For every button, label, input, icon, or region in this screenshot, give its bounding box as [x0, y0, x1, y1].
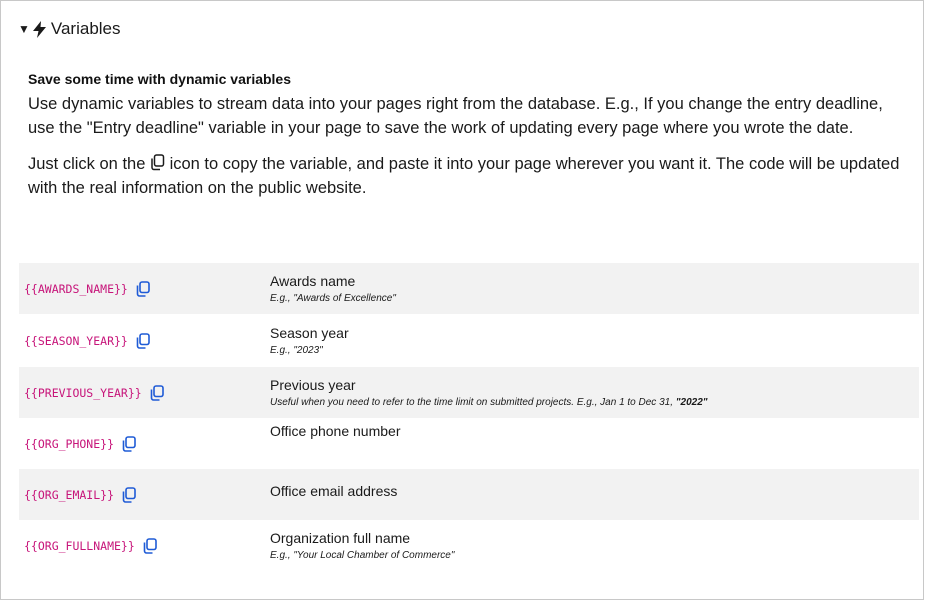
variable-code: {{ORG_PHONE}}	[24, 436, 115, 451]
variable-title: Season year	[270, 324, 349, 341]
variable-title: Organization full name	[270, 530, 411, 546]
lightning-bolt-icon	[32, 20, 46, 38]
copy-icon[interactable]	[136, 332, 150, 349]
variable-row: {{SEASON_YEAR}} Season year E.g., "2023"	[19, 314, 919, 367]
instructions-paragraph: Just click on the icon to copy the varia…	[28, 154, 900, 197]
variable-description-cell: Season year E.g., "2023"	[270, 314, 919, 367]
variable-description-cell: Awards name E.g., "Awards of Excellence"	[270, 263, 919, 314]
variable-code: {{AWARDS_NAME}}	[24, 281, 128, 296]
variable-code-cell: {{ORG_FULLNAME}}	[19, 520, 270, 572]
variable-code-cell: {{ORG_EMAIL}}	[19, 469, 270, 520]
variable-code-cell: {{PREVIOUS_YEAR}}	[19, 367, 270, 418]
variable-code-cell: {{ORG_PHONE}}	[19, 418, 270, 469]
variable-description-cell: Previous year Useful when you need to ref…	[270, 367, 919, 418]
variable-title: Office email address	[270, 483, 398, 499]
copy-icon[interactable]	[122, 435, 136, 452]
variable-code: {{PREVIOUS_YEAR}}	[24, 385, 142, 400]
copy-icon	[150, 154, 165, 171]
variables-description: Save some time with dynamic variables Us…	[28, 71, 908, 212]
variable-description-cell: Office email address	[270, 469, 919, 520]
variable-code: {{SEASON_YEAR}}	[24, 333, 128, 348]
variables-table: {{AWARDS_NAME}} Awards name E.g., "Awards …	[19, 263, 919, 572]
variable-row: {{PREVIOUS_YEAR}} Previous year Useful whe…	[19, 367, 919, 418]
copy-icon[interactable]	[150, 384, 164, 401]
variable-title: Awards name	[270, 272, 356, 289]
variable-code-cell: {{AWARDS_NAME}}	[19, 263, 270, 314]
triangle-down-icon: ▼	[18, 22, 30, 36]
variable-code: {{ORG_FULLNAME}}	[24, 539, 135, 553]
variable-description-cell: Organization full name E.g., "Your Local …	[270, 520, 919, 572]
variable-row: {{ORG_PHONE}} Office phone number	[19, 418, 919, 469]
variable-example: Useful when you need to refer to the tim…	[270, 396, 708, 408]
variables-toggle[interactable]: ▼ Variables	[18, 19, 121, 39]
variable-description-cell: Office phone number	[270, 418, 919, 469]
copy-icon[interactable]	[143, 538, 157, 554]
copy-icon[interactable]	[136, 280, 150, 297]
variable-title: Previous year	[270, 376, 356, 393]
variable-example: E.g., "Awards of Excellence"	[270, 292, 396, 304]
variable-title: Office phone number	[270, 423, 401, 439]
variables-panel: ▼ Variables Save some time with dynamic …	[0, 0, 924, 600]
variable-code: {{ORG_EMAIL}}	[24, 487, 115, 502]
variable-example: E.g., "2023"	[270, 344, 323, 356]
variable-row: {{ORG_FULLNAME}} Organization full name E.…	[19, 520, 919, 572]
copy-icon[interactable]	[122, 486, 136, 503]
section-heading: Save some time with dynamic variables	[28, 71, 292, 87]
variable-example: E.g., "Your Local Chamber of Commerce"	[270, 550, 455, 561]
section-title: Variables	[50, 19, 121, 38]
intro-paragraph: Use dynamic variables to stream data int…	[28, 95, 883, 137]
variable-row: {{AWARDS_NAME}} Awards name E.g., "Awards …	[19, 263, 919, 314]
variable-row: {{ORG_EMAIL}} Office email address	[19, 469, 919, 520]
variable-code-cell: {{SEASON_YEAR}}	[19, 314, 270, 367]
